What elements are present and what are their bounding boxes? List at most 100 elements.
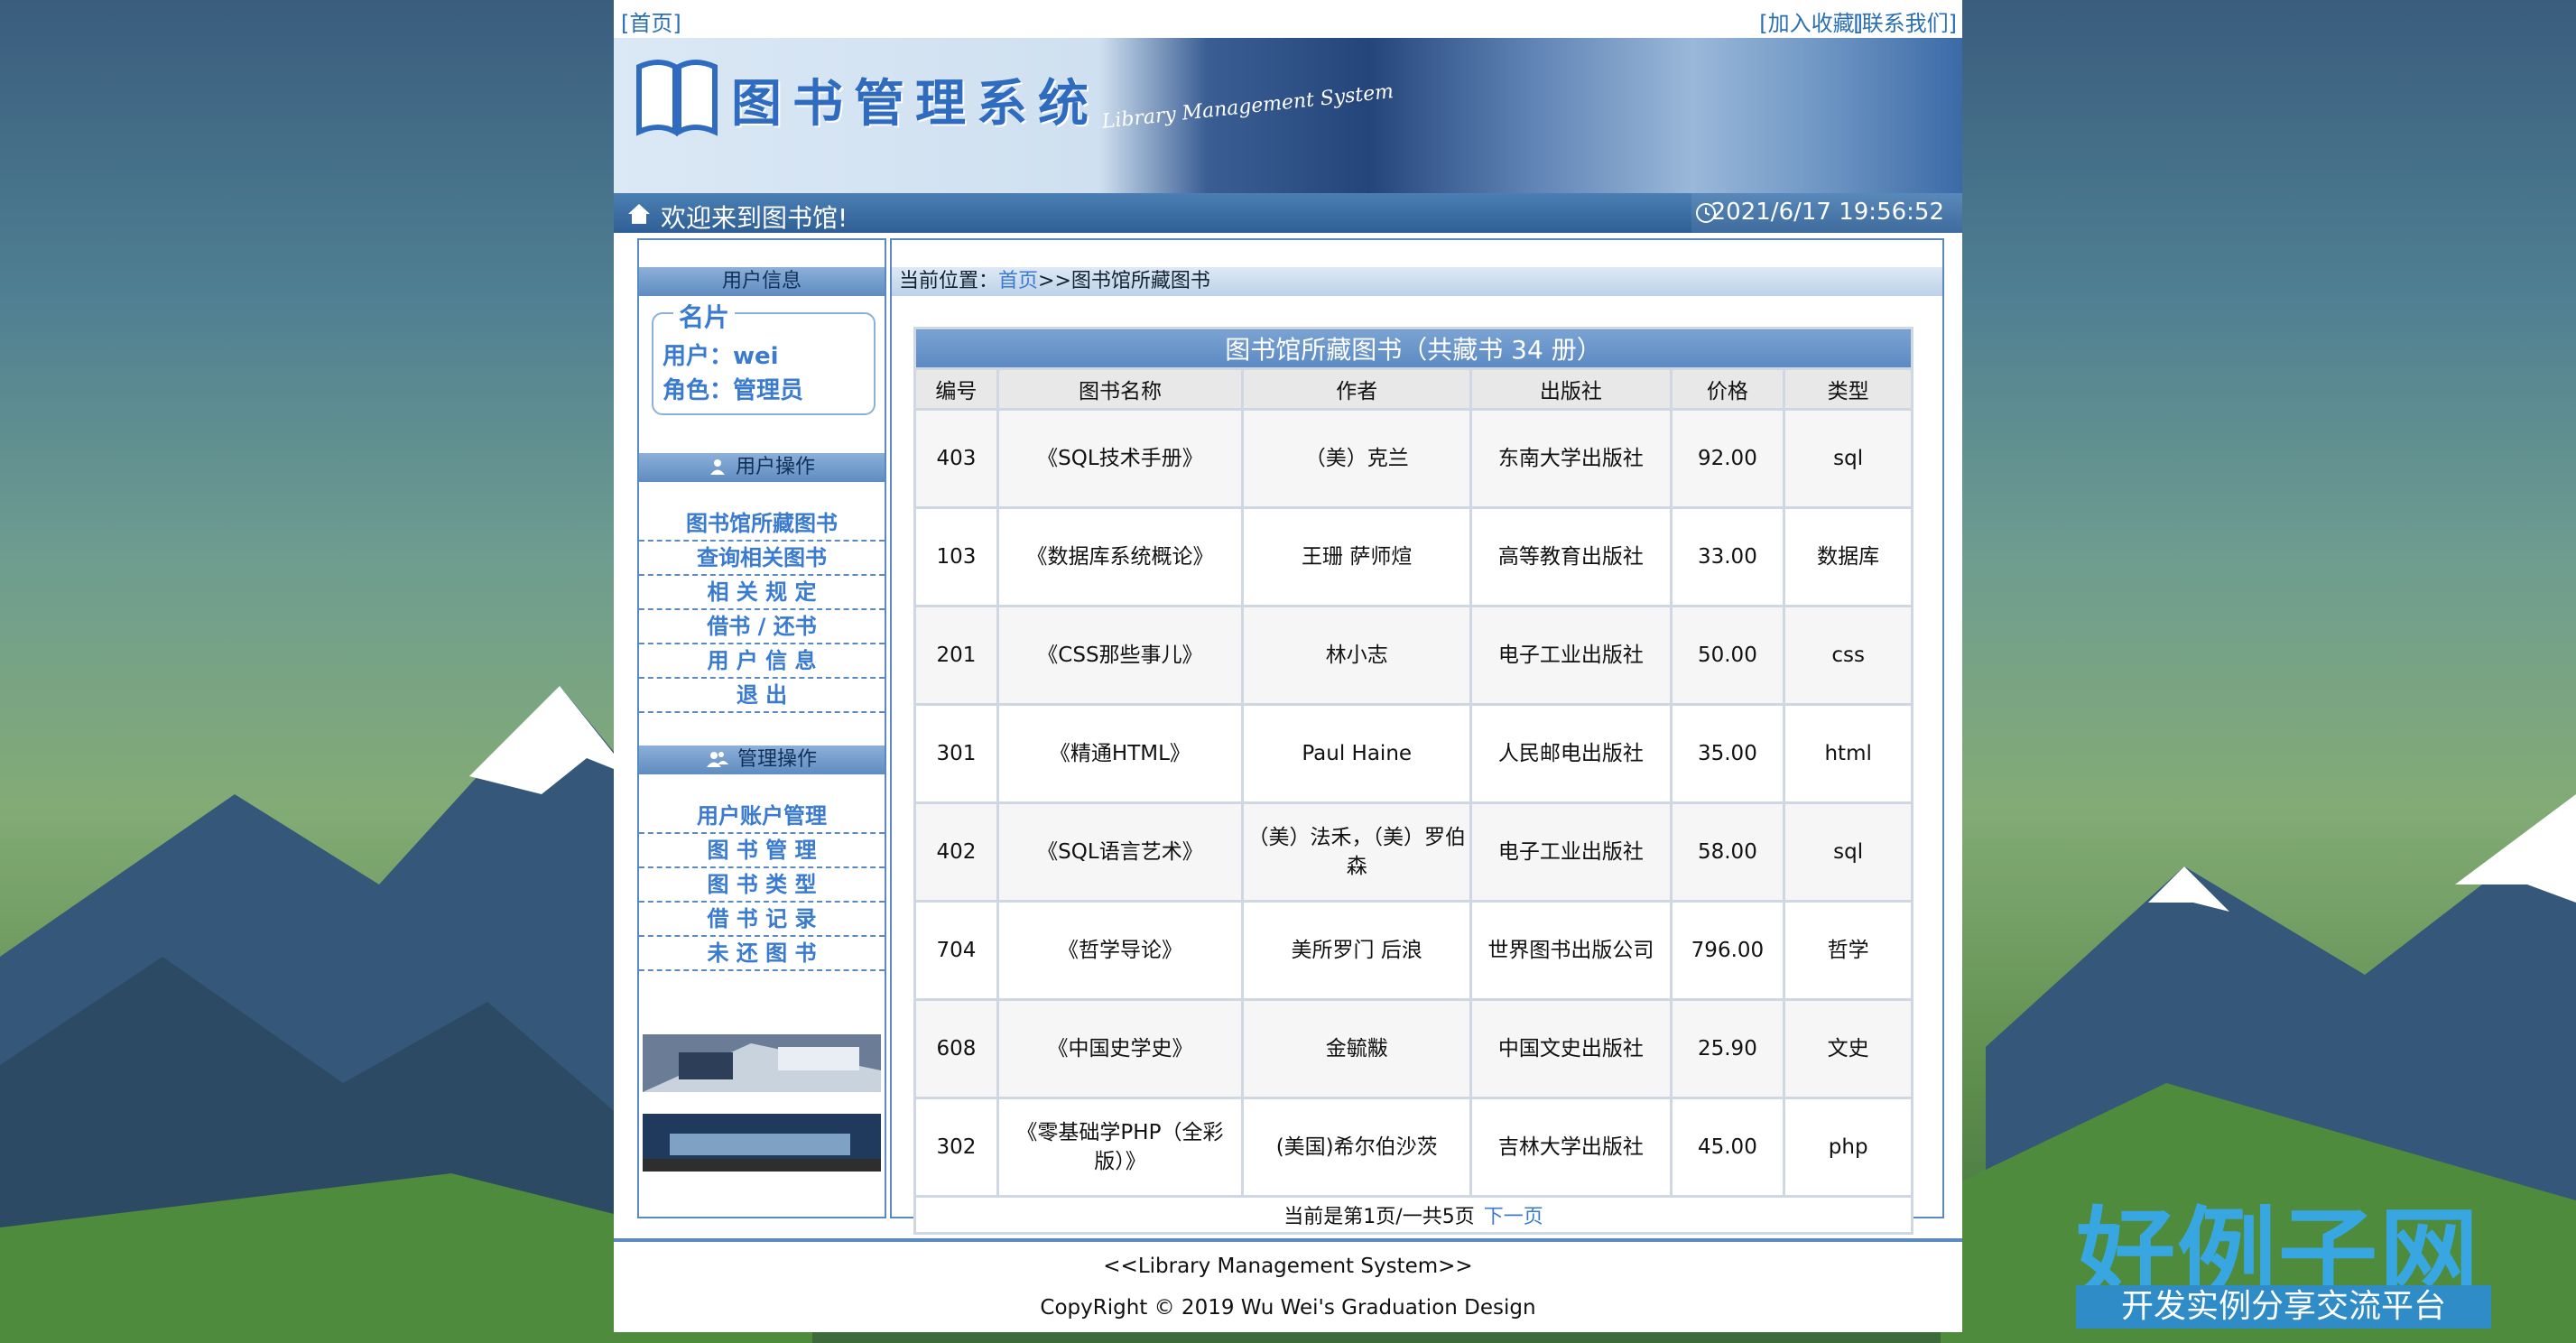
main-panel: 当前位置：首页>>图书馆所藏图书 图书馆所藏图书（共藏书 34 册） 编号 图书…: [890, 238, 1944, 1235]
column-header: 类型: [1783, 367, 1913, 411]
book-icon: [636, 60, 718, 137]
table-cell: 45.00: [1669, 1097, 1786, 1198]
user-name: 用户：wei: [663, 343, 779, 370]
table-cell: 58.00: [1669, 801, 1786, 903]
card-legend: 名片: [673, 298, 736, 334]
menu-user-info[interactable]: 用 户 信 息: [639, 644, 885, 679]
column-header: 出版社: [1469, 367, 1673, 411]
user-ops-header: 用户操作: [639, 453, 885, 482]
table-cell: 25.90: [1669, 998, 1786, 1099]
table-row: 301 《精通HTML》 Paul Haine 人民邮电出版社 35.00 html: [913, 703, 1913, 804]
menu-search-books[interactable]: 查询相关图书: [639, 542, 885, 576]
table-cell: 高等教育出版社: [1469, 506, 1673, 607]
menu-library-books[interactable]: 图书馆所藏图书: [639, 507, 885, 542]
library-photo-1: [643, 1034, 881, 1092]
user-role: 角色：管理员: [663, 377, 804, 404]
table-cell: 《CSS那些事儿》: [996, 605, 1245, 706]
menu-book-types[interactable]: 图 书 类 型: [639, 868, 885, 903]
banner-subtitle: Library Management System: [1100, 80, 1395, 134]
table-row: 608 《中国史学史》 金毓黻 中国文史出版社 25.90 文史: [913, 998, 1913, 1099]
table-caption: 图书馆所藏图书（共藏书 34 册）: [913, 327, 1913, 370]
table-cell: 92.00: [1669, 408, 1786, 509]
table-cell: 704: [913, 900, 999, 1001]
table-cell: sql: [1783, 408, 1913, 509]
table-cell: 《SQL技术手册》: [996, 408, 1245, 509]
admin-ops-header: 管理操作: [639, 746, 885, 774]
table-cell: 33.00: [1669, 506, 1786, 607]
table-cell: 50.00: [1669, 605, 1786, 706]
menu-book-manage[interactable]: 图 书 管 理: [639, 834, 885, 868]
watermark-tagline: 开发实例分享交流平台: [2076, 1285, 2491, 1329]
contact-link[interactable]: [联系我们]: [1853, 5, 1957, 37]
table-cell: 吉林大学出版社: [1469, 1097, 1673, 1198]
breadcrumb-prefix: 当前位置：: [899, 270, 999, 292]
table-cell: 201: [913, 605, 999, 706]
table-cell: 《数据库系统概论》: [996, 506, 1245, 607]
table-cell: 电子工业出版社: [1469, 605, 1673, 706]
column-header: 作者: [1241, 367, 1473, 411]
table-cell: 《中国史学史》: [996, 998, 1245, 1099]
menu-borrow-records[interactable]: 借 书 记 录: [639, 903, 885, 937]
table-cell: 美所罗门 后浪: [1241, 900, 1473, 1001]
menu-unreturned-books[interactable]: 未 还 图 书: [639, 937, 885, 971]
welcome-text: 欢迎来到图书馆!: [661, 203, 848, 233]
breadcrumb-current: >>图书馆所藏图书: [1038, 270, 1210, 292]
sidebar: 用户信息 名片 用户：wei 角色：管理员 用户操作 图书馆所藏图书 查询相关图…: [637, 238, 886, 1218]
pager-row: 当前是第1页/一共5页 下一页: [913, 1195, 1913, 1235]
home-link[interactable]: [首页]: [621, 5, 681, 37]
table-cell: php: [1783, 1097, 1913, 1198]
table-cell: 人民邮电出版社: [1469, 703, 1673, 804]
table-cell: （美）法禾，（美）罗伯森: [1241, 801, 1473, 903]
column-header: 编号: [913, 367, 999, 411]
table-cell: 608: [913, 998, 999, 1099]
table-cell: 103: [913, 506, 999, 607]
breadcrumb: 当前位置：首页>>图书馆所藏图书: [892, 267, 1942, 296]
table-cell: 王珊 萨师煊: [1241, 506, 1473, 607]
user-ops-label: 用户操作: [735, 456, 815, 478]
table-cell: (美国)希尔伯沙茨: [1241, 1097, 1473, 1198]
table-cell: 金毓黻: [1241, 998, 1473, 1099]
table-cell: 世界图书出版公司: [1469, 900, 1673, 1001]
menu-account-manage[interactable]: 用户账户管理: [639, 800, 885, 834]
breadcrumb-home-link[interactable]: 首页: [998, 270, 1038, 292]
table-cell: 东南大学出版社: [1469, 408, 1673, 509]
menu-rules[interactable]: 相 关 规 定: [639, 576, 885, 610]
table-cell: 796.00: [1669, 900, 1786, 1001]
pager-text: 当前是第1页/一共5页: [1283, 1206, 1475, 1228]
next-page-link[interactable]: 下一页: [1484, 1206, 1543, 1228]
footer: <<Library Management System>> CopyRight …: [614, 1238, 1962, 1332]
table-row: 403 《SQL技术手册》 （美）克兰 东南大学出版社 92.00 sql: [913, 408, 1913, 509]
table-row: 402 《SQL语言艺术》 （美）法禾，（美）罗伯森 电子工业出版社 58.00 sql: [913, 801, 1913, 903]
table-cell: （美）克兰: [1241, 408, 1473, 509]
admin-ops-label: 管理操作: [737, 748, 817, 771]
table-cell: 中国文史出版社: [1469, 998, 1673, 1099]
book-table: 图书馆所藏图书（共藏书 34 册） 编号 图书名称 作者 出版社 价格 类型 4…: [913, 327, 1913, 1235]
table-cell: css: [1783, 605, 1913, 706]
user-icon: [709, 459, 725, 475]
user-card: 名片 用户：wei 角色：管理员: [652, 298, 876, 415]
library-photo-2: [643, 1114, 881, 1172]
watermark-logo: 好例子网 开发实例分享交流平台: [2076, 1173, 2509, 1332]
banner-title: 图书管理系统: [731, 74, 1099, 134]
table-cell: 《哲学导论》: [996, 900, 1245, 1001]
table-row: 201 《CSS那些事儿》 林小志 电子工业出版社 50.00 css: [913, 605, 1913, 706]
table-cell: 林小志: [1241, 605, 1473, 706]
table-cell: 哲学: [1783, 900, 1913, 1001]
add-favorite-link[interactable]: [加入收藏]: [1759, 5, 1863, 37]
menu-borrow-return[interactable]: 借书 / 还书: [639, 610, 885, 644]
page-container: [首页] [加入收藏] [联系我们] 图书管理系统 Library Manage…: [614, 0, 1962, 1332]
column-header: 价格: [1669, 367, 1786, 411]
table-cell: 《精通HTML》: [996, 703, 1245, 804]
table-cell: 电子工业出版社: [1469, 801, 1673, 903]
home-icon: [628, 204, 650, 224]
table-cell: sql: [1783, 801, 1913, 903]
menu-logout[interactable]: 退 出: [639, 679, 885, 713]
users-icon: [706, 752, 728, 767]
table-cell: html: [1783, 703, 1913, 804]
table-cell: 《零基础学PHP（全彩版）》: [996, 1097, 1245, 1198]
table-row: 704 《哲学导论》 美所罗门 后浪 世界图书出版公司 796.00 哲学: [913, 900, 1913, 1001]
pager: 当前是第1页/一共5页 下一页: [913, 1195, 1913, 1235]
footer-copyright: CopyRight © 2019 Wu Wei's Graduation Des…: [1040, 1296, 1536, 1320]
table-cell: 35.00: [1669, 703, 1786, 804]
table-cell: 《SQL语言艺术》: [996, 801, 1245, 903]
